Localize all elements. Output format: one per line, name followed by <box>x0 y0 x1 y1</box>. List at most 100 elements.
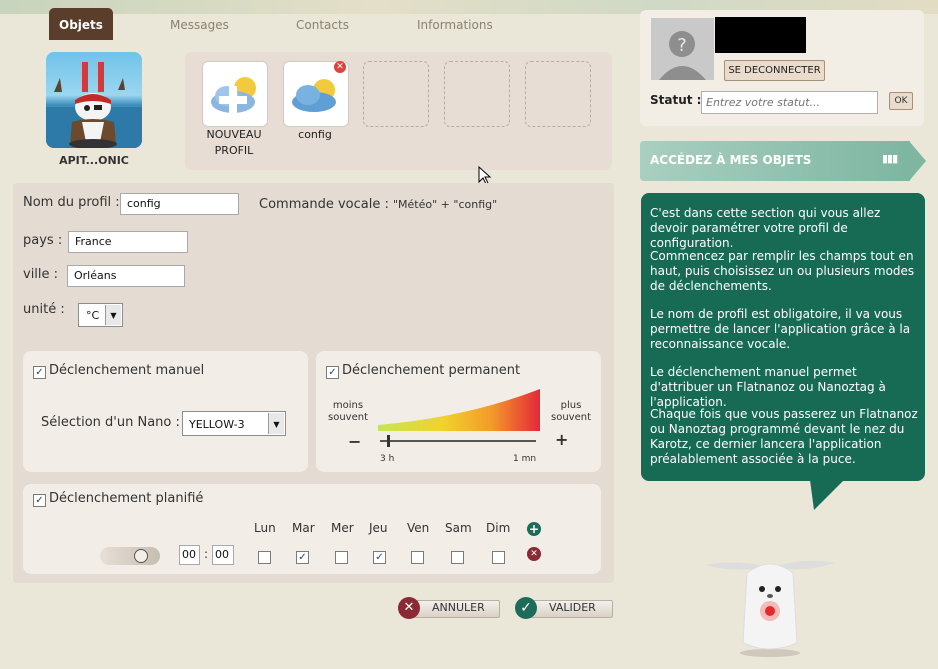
validate-button[interactable]: ✓ VALIDER <box>515 597 613 619</box>
frequency-slider-track[interactable] <box>380 440 536 442</box>
unit-select[interactable]: °C ▼ <box>78 303 123 327</box>
frequency-gradient <box>378 389 540 431</box>
unit-label: unité : <box>23 302 65 317</box>
day-checkbox-jeu[interactable]: ✓ <box>373 551 386 564</box>
banner-title: ACCÉDEZ À MES OBJETS <box>650 153 812 167</box>
day-label-dim: Dim <box>486 521 511 535</box>
karotz-rabbit-icon <box>705 560 835 657</box>
avatar-name: APIT...ONIC <box>59 154 129 167</box>
status-ok-button[interactable]: OK <box>889 92 913 110</box>
scheduled-trigger-checkbox[interactable]: ✓ <box>33 494 46 507</box>
validate-button-label: VALIDER <box>549 601 596 614</box>
day-checkbox-ven[interactable] <box>411 551 424 564</box>
day-checkbox-dim[interactable] <box>492 551 505 564</box>
nano-select[interactable]: YELLOW-3 ▼ <box>182 411 286 436</box>
voice-command-value: "Météo" + "config" <box>392 198 498 211</box>
permanent-trigger-checkbox[interactable]: ✓ <box>326 366 339 379</box>
tab-messages[interactable]: Messages <box>170 8 229 40</box>
profile-name-input[interactable]: config <box>120 193 239 215</box>
help-paragraph: Commencez par remplir les champs tout en… <box>650 249 915 293</box>
bubble-tail <box>810 480 844 510</box>
tab-contacts[interactable]: Contacts <box>296 8 349 40</box>
my-objects-banner[interactable]: ACCÉDEZ À MES OBJETS ▮▮▮ <box>640 141 910 181</box>
remove-icon[interactable]: ✕ <box>334 61 346 73</box>
cancel-button-label: ANNULER <box>432 601 485 614</box>
help-paragraph: C'est dans cette section qui vous allez … <box>650 206 881 250</box>
new-profile-slot[interactable] <box>202 61 268 127</box>
svg-text:?: ? <box>677 35 687 56</box>
chevron-down-icon: ▼ <box>105 305 121 325</box>
day-label-ven: Ven <box>407 521 430 535</box>
schedule-minute-input[interactable]: 00 <box>212 545 234 565</box>
empty-slot[interactable] <box>444 61 510 127</box>
rabbit-ears-icon: ▮▮▮ <box>882 152 898 165</box>
city-label: ville : <box>23 267 59 282</box>
country-label: pays : <box>23 233 63 248</box>
new-profile-label: NOUVEAU PROFIL <box>199 127 269 159</box>
help-paragraph: Chaque fois que vous passerez un Flatnan… <box>650 407 918 466</box>
new-profile-label-line1: NOUVEAU <box>206 128 262 141</box>
nano-select-label: Sélection d'un Nano : <box>41 415 180 430</box>
help-bubble: C'est dans cette section qui vous allez … <box>641 193 925 481</box>
voice-command-label: Commande vocale : "Météo" + "config" <box>259 197 497 212</box>
remove-schedule-icon[interactable]: ✕ <box>527 547 541 561</box>
empty-slot[interactable] <box>525 61 591 127</box>
logout-button[interactable]: SE DECONNECTER <box>724 60 825 81</box>
help-paragraph: Le nom de profil est obligatoire, il va … <box>650 307 911 351</box>
tab-objets[interactable]: Objets <box>49 8 113 40</box>
toggle-knob <box>134 549 148 563</box>
empty-slot[interactable] <box>363 61 429 127</box>
day-label-lun: Lun <box>254 521 276 535</box>
user-avatar[interactable]: ? <box>651 18 714 80</box>
more-often-label: plus souvent <box>548 400 594 424</box>
config-profile-slot[interactable]: ✕ <box>283 61 349 127</box>
frequency-minus-button[interactable]: − <box>348 432 361 451</box>
less-often-line1: moins <box>332 400 364 411</box>
frequency-plus-button[interactable]: + <box>555 430 568 449</box>
cancel-button[interactable]: ✕ ANNULER <box>398 597 502 619</box>
check-icon: ✓ <box>515 597 537 619</box>
pirate-rabbit-icon <box>46 62 142 148</box>
manual-trigger-title: Déclenchement manuel <box>49 363 205 378</box>
status-input[interactable] <box>701 91 878 114</box>
day-checkbox-lun[interactable] <box>258 551 271 564</box>
unit-select-value: °C <box>86 309 100 322</box>
permanent-trigger-title: Déclenchement permanent <box>342 363 521 378</box>
manual-trigger-checkbox[interactable]: ✓ <box>33 366 46 379</box>
less-often-line2: souvent <box>328 412 368 423</box>
time-separator: : <box>204 547 209 561</box>
username-redacted <box>715 17 806 53</box>
scheduled-trigger-title: Déclenchement planifié <box>49 491 204 506</box>
day-label-mar: Mar <box>292 521 315 535</box>
profile-slots: ✕ NOUVEAU PROFIL config <box>185 52 612 170</box>
avatar[interactable] <box>46 52 142 148</box>
frequency-max-label: 1 mn <box>513 454 537 464</box>
add-schedule-icon[interactable]: + <box>527 522 541 536</box>
day-checkbox-mer[interactable] <box>335 551 348 564</box>
frequency-slider-thumb[interactable] <box>386 435 390 447</box>
frequency-min-label: 3 h <box>380 454 395 464</box>
banner-arrow <box>909 141 926 181</box>
more-often-line2: souvent <box>551 412 591 423</box>
more-often-line1: plus <box>560 400 582 411</box>
status-label: Statut : <box>650 93 702 107</box>
voice-command-title: Commande vocale : <box>259 197 389 212</box>
nano-select-value: YELLOW-3 <box>189 418 245 431</box>
schedule-hour-input[interactable]: 00 <box>179 545 200 565</box>
day-label-jeu: Jeu <box>369 521 388 535</box>
city-input[interactable]: Orléans <box>67 265 185 287</box>
user-silhouette-icon: ? <box>659 31 706 80</box>
config-profile-label: config <box>298 128 332 141</box>
tab-informations[interactable]: Informations <box>417 8 493 40</box>
chevron-down-icon: ▼ <box>268 413 284 434</box>
weather-add-icon <box>211 77 256 114</box>
profile-name-label: Nom du profil : <box>23 195 120 210</box>
new-profile-label-line2: PROFIL <box>214 144 254 157</box>
cancel-icon: ✕ <box>398 597 420 619</box>
day-checkbox-sam[interactable] <box>451 551 464 564</box>
country-input[interactable]: France <box>68 231 188 253</box>
less-often-label: moins souvent <box>325 400 371 424</box>
schedule-toggle[interactable] <box>100 547 160 565</box>
day-label-sam: Sam <box>445 521 472 535</box>
day-checkbox-mar[interactable]: ✓ <box>296 551 309 564</box>
